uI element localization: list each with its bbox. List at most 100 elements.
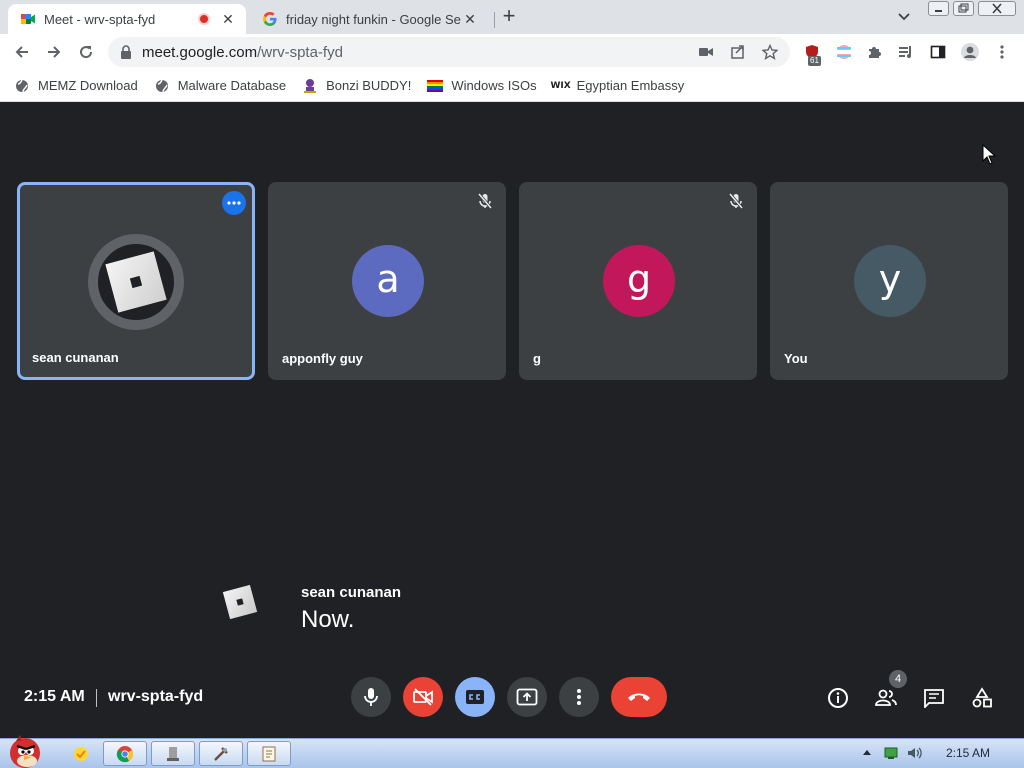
mic-button[interactable] — [351, 677, 391, 717]
google-meet-icon — [21, 14, 35, 24]
show-hidden-icons-icon[interactable] — [862, 748, 872, 756]
participant-tile-apponfly-guy[interactable]: a apponfly guy — [268, 182, 506, 380]
minimize-button[interactable] — [928, 1, 949, 16]
present-icon — [516, 688, 538, 706]
avatar: g — [603, 245, 675, 317]
avatar: y — [854, 245, 926, 317]
tab-google-search[interactable]: friday night funkin - Google Se ✕ — [250, 4, 488, 34]
people-button[interactable] — [873, 685, 899, 711]
caption-speaker-avatar — [222, 584, 258, 620]
share-icon[interactable] — [730, 44, 746, 60]
taskbar-app-3[interactable] — [199, 741, 243, 766]
address-bar[interactable]: meet.google.com/wrv-spta-fyd — [108, 37, 790, 67]
profile-avatar-icon[interactable] — [960, 42, 980, 62]
restore-button[interactable] — [953, 1, 974, 16]
meet-stage: sean cunanan a apponfly guy g g y You se… — [0, 102, 1024, 738]
close-window-button[interactable] — [978, 1, 1016, 16]
forward-icon[interactable] — [44, 42, 64, 62]
participant-name: g — [533, 351, 541, 366]
bookmark-star-icon[interactable] — [762, 44, 778, 60]
mouse-cursor-icon — [982, 144, 996, 165]
bookmark-memz-download[interactable]: MEMZ Download — [14, 78, 138, 94]
people-icon — [875, 689, 897, 706]
activities-button[interactable] — [969, 685, 995, 711]
camera-off-button[interactable] — [403, 677, 443, 717]
more-vert-icon — [577, 689, 581, 705]
computer-icon — [167, 746, 179, 761]
taskbar-app-chrome[interactable] — [103, 741, 147, 766]
globe-icon — [154, 78, 170, 94]
recording-indicator-icon — [198, 13, 210, 25]
chat-icon — [924, 689, 944, 708]
hang-up-icon — [628, 693, 650, 701]
reload-icon[interactable] — [76, 42, 96, 62]
document-icon — [262, 746, 276, 761]
media-controls-icon[interactable] — [896, 42, 916, 62]
taskbar-app-4[interactable] — [247, 741, 291, 766]
volume-icon[interactable] — [906, 746, 922, 760]
participant-tile-sean-cunanan[interactable]: sean cunanan — [17, 182, 255, 380]
taskbar-clock[interactable]: 2:15 AM — [946, 746, 990, 760]
meeting-details-button[interactable] — [825, 685, 851, 711]
info-icon — [828, 688, 848, 708]
participant-tile-you[interactable]: y You — [770, 182, 1008, 380]
chat-button[interactable] — [921, 685, 947, 711]
participant-name: apponfly guy — [282, 351, 363, 366]
flag-extension-icon[interactable] — [834, 42, 854, 62]
taskbar-app-2[interactable] — [151, 741, 195, 766]
more-options-button[interactable] — [222, 191, 246, 215]
close-tab-icon[interactable]: ✕ — [462, 11, 478, 27]
tab-title: friday night funkin - Google Se — [286, 11, 461, 27]
windows-taskbar: 2:15 AM — [0, 735, 1024, 768]
bookmark-windows-isos[interactable]: Windows ISOs — [427, 78, 537, 94]
more-options-button[interactable] — [559, 677, 599, 717]
chrome-icon — [116, 745, 134, 762]
tab-strip: Meet - wrv-spta-fyd ✕ friday night funki… — [0, 0, 1024, 34]
closed-captions-icon — [466, 690, 484, 704]
close-tab-icon[interactable]: ✕ — [220, 11, 236, 27]
bookmark-malware-database[interactable]: Malware Database — [154, 78, 286, 94]
bonzi-icon — [302, 78, 318, 94]
present-screen-button[interactable] — [507, 677, 547, 717]
avatar — [88, 234, 184, 330]
quick-launch-icon[interactable] — [72, 745, 90, 763]
mic-icon — [364, 688, 378, 706]
participant-name: sean cunanan — [32, 350, 119, 365]
network-icon[interactable] — [883, 746, 899, 760]
globe-icon — [14, 78, 30, 94]
browser-toolbar: meet.google.com/wrv-spta-fyd 61 — [0, 34, 1024, 70]
captions-button[interactable] — [455, 677, 495, 717]
participant-tile-g[interactable]: g g — [519, 182, 757, 380]
leave-call-button[interactable] — [611, 677, 667, 717]
mic-off-icon — [477, 193, 493, 209]
new-tab-button[interactable]: + — [498, 5, 520, 28]
mic-off-icon — [728, 193, 744, 209]
participant-name: You — [784, 351, 808, 366]
tools-icon — [214, 746, 228, 761]
caption-speaker-name: sean cunanan — [301, 584, 402, 601]
caption-text: Now. — [301, 606, 355, 633]
chevron-down-icon[interactable] — [896, 10, 912, 24]
extensions-puzzle-icon[interactable] — [864, 42, 884, 62]
divider — [96, 689, 97, 707]
avatar: a — [352, 245, 424, 317]
start-button-angry-bird-icon[interactable] — [2, 731, 48, 768]
more-options-icon[interactable] — [992, 42, 1012, 62]
side-panel-icon[interactable] — [928, 42, 948, 62]
meeting-code: wrv-spta-fyd — [108, 688, 204, 705]
activities-shapes-icon — [972, 687, 992, 708]
rainbow-flag-icon — [427, 78, 444, 94]
people-count-badge: 4 — [889, 670, 907, 688]
roblox-logo-icon — [105, 251, 167, 313]
camera-off-icon — [413, 688, 433, 706]
tab-meet[interactable]: Meet - wrv-spta-fyd ✕ — [8, 4, 246, 34]
url-text: meet.google.com/wrv-spta-fyd — [142, 44, 343, 61]
bookmark-bonzi-buddy[interactable]: Bonzi BUDDY! — [302, 78, 411, 94]
bookmark-egyptian-embassy[interactable]: WIX Egyptian Embassy — [550, 78, 684, 94]
lock-icon[interactable] — [120, 45, 132, 59]
back-icon[interactable] — [12, 42, 32, 62]
bookmarks-bar: MEMZ Download Malware Database Bonzi BUD… — [0, 70, 1024, 102]
camera-in-use-icon[interactable] — [698, 45, 714, 59]
tab-title: Meet - wrv-spta-fyd — [44, 11, 156, 27]
tab-separator — [494, 12, 495, 28]
